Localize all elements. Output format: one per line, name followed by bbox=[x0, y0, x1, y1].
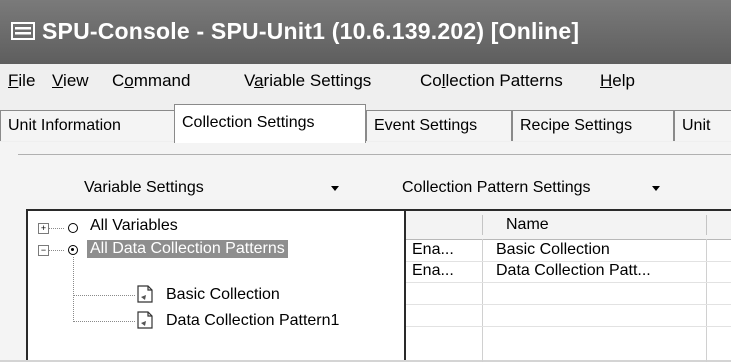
menu-variable-settings[interactable]: Variable Settings bbox=[244, 71, 371, 91]
column-header-name[interactable]: Name bbox=[506, 216, 549, 234]
menu-bar: File View Command Variable Settings Coll… bbox=[0, 64, 731, 96]
row-gridline bbox=[406, 326, 731, 327]
tree-line bbox=[49, 250, 64, 251]
collection-pattern-settings-dropdown[interactable]: Collection Pattern Settings bbox=[402, 179, 591, 197]
triangle-down-icon[interactable] bbox=[331, 186, 339, 191]
tree-line bbox=[73, 257, 74, 322]
tree-line bbox=[73, 295, 135, 296]
menu-view[interactable]: View bbox=[52, 71, 89, 91]
column-divider bbox=[482, 239, 483, 362]
toolbar-separator bbox=[18, 154, 731, 155]
console-icon bbox=[11, 22, 35, 40]
radio-all-patterns[interactable] bbox=[68, 245, 78, 255]
tree-item-data-collection-pattern1[interactable]: Data Collection Pattern1 bbox=[166, 312, 339, 330]
row-name: Basic Collection bbox=[496, 241, 610, 258]
radio-all-variables[interactable] bbox=[68, 223, 78, 233]
tab-recipe-settings[interactable]: Recipe Settings bbox=[512, 110, 674, 141]
tab-unit[interactable]: Unit bbox=[674, 110, 731, 141]
menu-command[interactable]: Command bbox=[112, 71, 190, 91]
row-gridline bbox=[406, 304, 731, 305]
menu-file[interactable]: File bbox=[8, 71, 35, 91]
row-status: Ena... bbox=[412, 241, 454, 258]
tab-event-settings[interactable]: Event Settings bbox=[366, 110, 512, 141]
tab-strip: Unit Information Collection Settings Eve… bbox=[0, 96, 731, 143]
menu-help[interactable]: Help bbox=[600, 71, 635, 91]
document-icon bbox=[137, 285, 153, 303]
variable-settings-dropdown[interactable]: Variable Settings bbox=[84, 179, 204, 197]
list-header: Name bbox=[406, 211, 731, 240]
row-status: Ena... bbox=[412, 262, 454, 279]
title-bar[interactable]: SPU-Console - SPU-Unit1 (10.6.139.202) [… bbox=[0, 0, 731, 64]
pattern-tree[interactable]: + All Variables − All Data Collection Pa… bbox=[26, 209, 406, 360]
row-name: Data Collection Patt... bbox=[496, 262, 651, 279]
column-divider bbox=[706, 239, 707, 362]
plus-box-icon[interactable]: + bbox=[38, 223, 49, 234]
tab-collection-settings[interactable]: Collection Settings bbox=[174, 104, 366, 143]
tree-line bbox=[73, 321, 135, 322]
tree-item-all-variables[interactable]: All Variables bbox=[90, 217, 178, 235]
document-icon bbox=[137, 311, 153, 329]
column-divider[interactable] bbox=[706, 215, 707, 235]
window-title: SPU-Console - SPU-Unit1 (10.6.139.202) [… bbox=[42, 18, 580, 44]
collection-settings-panel: Variable Settings Collection Pattern Set… bbox=[0, 142, 731, 362]
pattern-list[interactable]: Name Ena... Basic Collection Ena... Data… bbox=[406, 209, 731, 362]
tree-line bbox=[49, 228, 64, 229]
tree-item-basic-collection[interactable]: Basic Collection bbox=[166, 286, 280, 304]
menu-collection-patterns[interactable]: Collection Patterns bbox=[420, 71, 563, 91]
tree-item-all-patterns[interactable]: All Data Collection Patterns bbox=[87, 240, 288, 258]
minus-box-icon[interactable]: − bbox=[38, 245, 49, 256]
column-divider[interactable] bbox=[482, 215, 483, 235]
tab-unit-information[interactable]: Unit Information bbox=[0, 110, 175, 141]
triangle-down-icon[interactable] bbox=[652, 186, 660, 191]
row-gridline bbox=[406, 282, 731, 283]
